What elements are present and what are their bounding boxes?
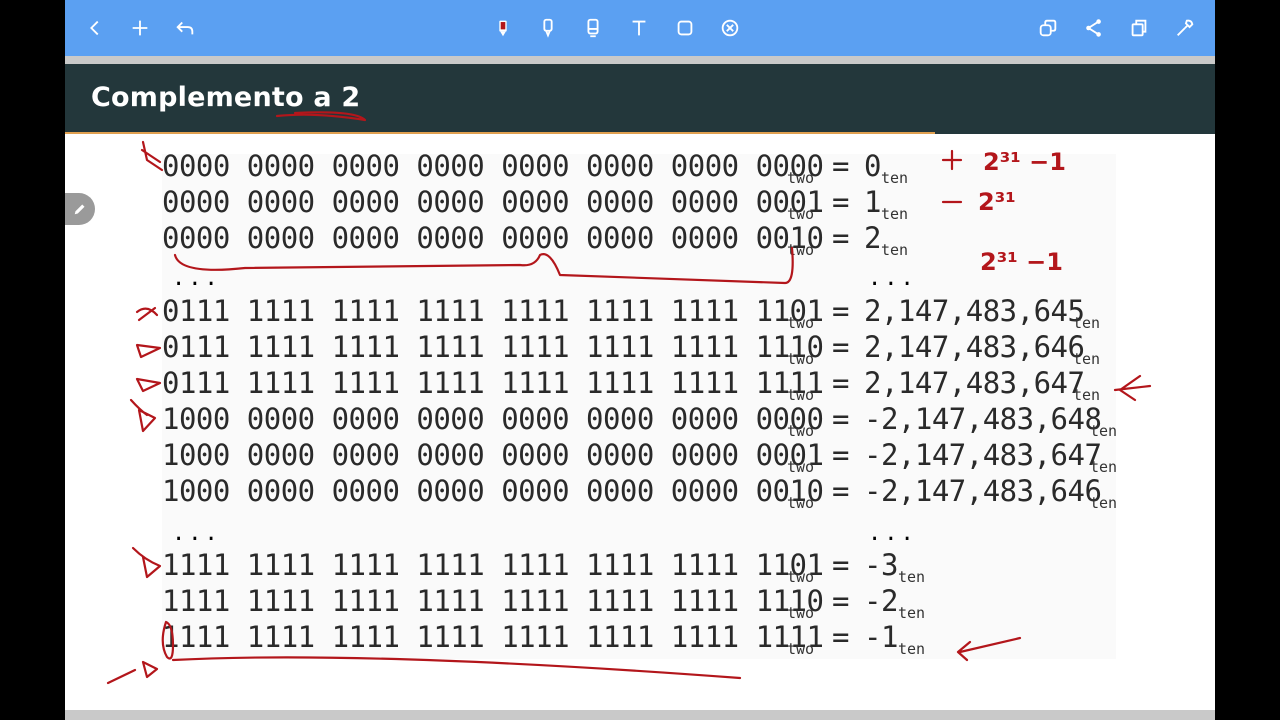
binary-value: 0111 1111 1111 1111 1111 1111 1111 1110: [162, 330, 824, 364]
binary-value: 1000 0000 0000 0000 0000 0000 0000 0010: [162, 474, 824, 508]
equals-sign: =: [832, 584, 850, 618]
decimal-value: 2,147,483,647: [864, 366, 1085, 400]
eraser-icon[interactable]: [575, 10, 611, 46]
binary-value: 0111 1111 1111 1111 1111 1111 1111 1111: [162, 366, 824, 400]
decimal-value: -1: [864, 620, 898, 654]
base-label: ten: [881, 205, 909, 223]
base-label: ten: [898, 604, 926, 622]
equals-sign: =: [832, 438, 850, 472]
base-label: two: [787, 241, 815, 259]
text-icon[interactable]: [621, 10, 657, 46]
decimal-value: -2,147,483,646: [864, 474, 1102, 508]
check-mark-stroke: [140, 140, 164, 172]
toolbar-divider: [65, 56, 1215, 64]
arrow-stroke: [106, 660, 159, 685]
binary-value: 0000 0000 0000 0000 0000 0000 0000 0000: [162, 149, 824, 183]
equals-sign: =: [832, 620, 850, 654]
equals-sign: =: [832, 149, 850, 183]
pencil-icon: [74, 204, 85, 215]
binary-value: 0000 0000 0000 0000 0000 0000 0000 0010: [162, 221, 824, 255]
top-toolbar: [65, 0, 1215, 56]
ellipsis-binary: ...: [172, 521, 221, 546]
decimal-value: 2: [864, 221, 881, 255]
equals-sign: =: [832, 221, 850, 255]
copy-icon[interactable]: [1121, 10, 1157, 46]
binary-value: 1000 0000 0000 0000 0000 0000 0000 0001: [162, 438, 824, 472]
equals-sign: =: [832, 294, 850, 328]
close-circle-icon[interactable]: [712, 10, 748, 46]
layers-icon[interactable]: [1030, 10, 1066, 46]
equals-sign: =: [832, 474, 850, 508]
base-label: two: [787, 494, 815, 512]
edit-pencil-button[interactable]: [65, 193, 95, 225]
arrow-stroke: [131, 546, 162, 579]
ellipsis-binary: ...: [172, 266, 221, 291]
decimal-value: 0: [864, 149, 881, 183]
arrow-stroke: [135, 306, 159, 322]
shape-icon[interactable]: [667, 10, 703, 46]
header-progress-bar: [65, 132, 935, 134]
base-label: ten: [881, 241, 909, 259]
base-label: ten: [1090, 494, 1118, 512]
binary-value: 1111 1111 1111 1111 1111 1111 1111 1111: [162, 620, 824, 654]
notes-app: Complemento a 2 0000 0000 0000 0000 0000…: [65, 0, 1215, 720]
base-label: ten: [898, 568, 926, 586]
equals-sign: =: [832, 330, 850, 364]
equals-sign: =: [832, 548, 850, 582]
underline-stroke: [171, 656, 742, 680]
back-icon[interactable]: [77, 10, 113, 46]
base-label: ten: [898, 640, 926, 658]
binary-value: 0000 0000 0000 0000 0000 0000 0000 0001: [162, 185, 824, 219]
slide-title: Complemento a 2: [91, 82, 361, 113]
equals-sign: =: [832, 402, 850, 436]
decimal-value: 2,147,483,646: [864, 330, 1085, 364]
slide-header: Complemento a 2: [65, 64, 1215, 134]
ellipsis-decimal: ...: [868, 266, 917, 291]
decimal-value: -2,147,483,648: [864, 402, 1102, 436]
decimal-value: 1: [864, 185, 881, 219]
decimal-value: -2,147,483,647: [864, 438, 1102, 472]
decimal-value: -2: [864, 584, 898, 618]
binary-value: 0111 1111 1111 1111 1111 1111 1111 1101: [162, 294, 824, 328]
arrow-stroke: [129, 398, 157, 433]
arrow-stroke: [135, 343, 162, 359]
pen-icon[interactable]: [485, 10, 521, 46]
base-label: two: [787, 640, 815, 658]
binary-value: 1000 0000 0000 0000 0000 0000 0000 0000: [162, 402, 824, 436]
equals-sign: =: [832, 366, 850, 400]
base-label: ten: [881, 169, 909, 187]
ellipsis-decimal: ...: [868, 521, 917, 546]
equals-sign: =: [832, 185, 850, 219]
arrow-stroke: [135, 377, 162, 393]
arrow-stroke: [1113, 374, 1152, 402]
share-icon[interactable]: [1076, 10, 1112, 46]
binary-value: 1111 1111 1111 1111 1111 1111 1111 1110: [162, 584, 824, 618]
add-icon[interactable]: [122, 10, 158, 46]
settings-icon[interactable]: [1167, 10, 1203, 46]
undo-icon[interactable]: [167, 10, 203, 46]
decimal-value: -3: [864, 548, 898, 582]
binary-value: 1111 1111 1111 1111 1111 1111 1111 1101: [162, 548, 824, 582]
highlighter-icon[interactable]: [530, 10, 566, 46]
bottom-scroll-bar[interactable]: [65, 710, 1215, 720]
decimal-value: 2,147,483,645: [864, 294, 1085, 328]
